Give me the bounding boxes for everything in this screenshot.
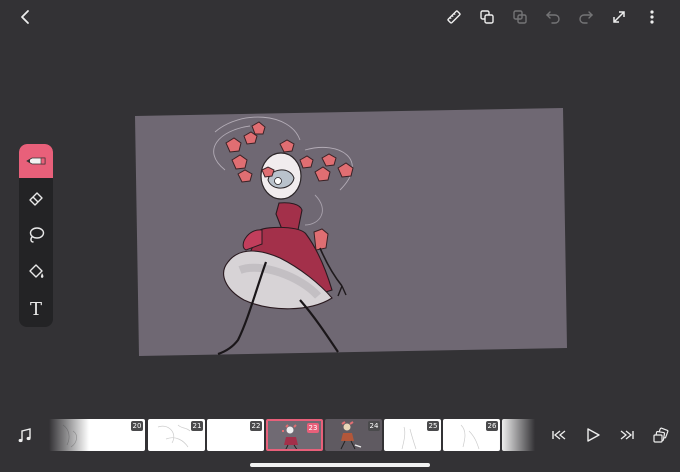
pencil-icon (26, 157, 46, 165)
skip-to-end-button[interactable] (616, 424, 638, 446)
playback-controls (548, 424, 672, 446)
canvas-page (135, 108, 567, 356)
frame-number: 25 (427, 421, 439, 431)
skip-to-start-button[interactable] (548, 424, 570, 446)
skip-to-start-icon (552, 430, 566, 440)
onion-skin-icon (653, 427, 669, 443)
text-icon: T (29, 298, 42, 320)
lasso-tool[interactable] (19, 218, 53, 252)
skip-to-end-icon (620, 430, 634, 440)
pencil-tool[interactable] (19, 144, 53, 178)
frame-thumbnail[interactable]: 20 (88, 419, 145, 451)
lasso-icon (29, 227, 45, 243)
text-tool[interactable]: T (19, 292, 53, 326)
strip-fade-right (499, 419, 535, 452)
frame-thumbnail[interactable]: 21 (148, 419, 205, 451)
frame-number: 20 (131, 421, 143, 431)
frame-number: 24 (368, 421, 380, 431)
frame-thumbnail[interactable]: 22 (207, 419, 264, 451)
play-button[interactable] (582, 424, 604, 446)
frame-thumbnail-selected[interactable]: 23 (266, 419, 323, 451)
frame-thumbnail[interactable]: 24 (325, 419, 382, 451)
timeline-bar: 19 20 21 22 23 (0, 418, 680, 454)
play-icon (587, 428, 600, 442)
frame-number: 21 (191, 421, 203, 431)
drawing-canvas[interactable] (0, 0, 680, 472)
music-note-icon (18, 428, 31, 443)
onion-skin-button[interactable] (650, 424, 672, 446)
frame-strip[interactable]: 19 20 21 22 23 (49, 419, 535, 452)
tool-palette: T (19, 144, 53, 327)
audio-button[interactable] (15, 426, 35, 446)
frame-thumbnail[interactable]: 25 (384, 419, 441, 451)
home-indicator[interactable] (250, 463, 430, 467)
strip-fade-left (49, 419, 89, 452)
fill-bucket-icon (29, 264, 44, 278)
frame-number: 22 (250, 421, 262, 431)
eraser-tool[interactable] (19, 181, 53, 215)
frame-number: 23 (307, 423, 319, 433)
eraser-icon (29, 192, 43, 206)
frame-number: 26 (486, 421, 498, 431)
frame-thumbnail[interactable]: 26 (443, 419, 500, 451)
fill-tool[interactable] (19, 255, 53, 289)
